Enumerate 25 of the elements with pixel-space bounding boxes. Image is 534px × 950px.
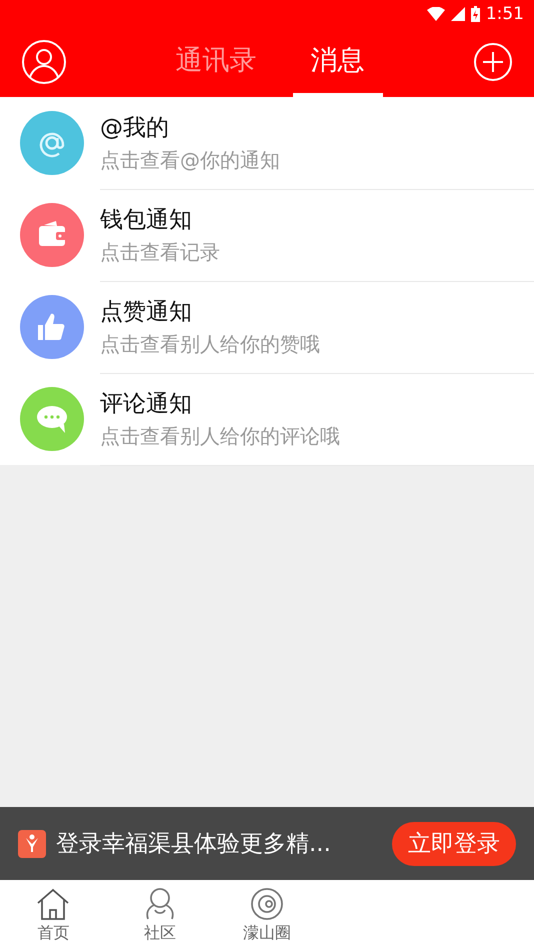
orbit-icon [248,886,285,920]
wifi-icon [426,6,445,20]
nav-label: 社区 [144,922,176,944]
notification-title: 点赞通知 [100,298,193,326]
app-logo-icon [18,830,46,858]
status-time: 1:51 [486,4,524,24]
nav-tab[interactable]: 濛山圈 [214,880,320,950]
home-icon [35,886,72,920]
notification-subtitle: 点击查看别人给你的赞哦 [100,330,321,358]
login-prompt: 登录幸福渠县体验更多精... [56,830,332,859]
nav-label: 濛山圈 [242,922,291,944]
plus-icon[interactable] [474,43,512,81]
user-icon[interactable] [22,40,66,84]
notification-subtitle: 点击查看别人给你的评论哦 [100,422,341,450]
notification-subtitle: 点击查看@你的通知 [100,146,281,174]
login-button[interactable]: 立即登录 [392,822,516,866]
battery-icon [470,6,480,22]
nav-tab[interactable]: 首页 [0,880,107,950]
nav-label: 首页 [37,922,70,944]
signal-icon [450,6,465,20]
notification-title: 评论通知 [100,390,193,418]
notification-title: @我的 [100,114,170,142]
notification-subtitle: 点击查看记录 [100,238,221,266]
nav-tab[interactable]: 社区 [106,880,214,950]
notification-title: 钱包通知 [100,206,193,234]
